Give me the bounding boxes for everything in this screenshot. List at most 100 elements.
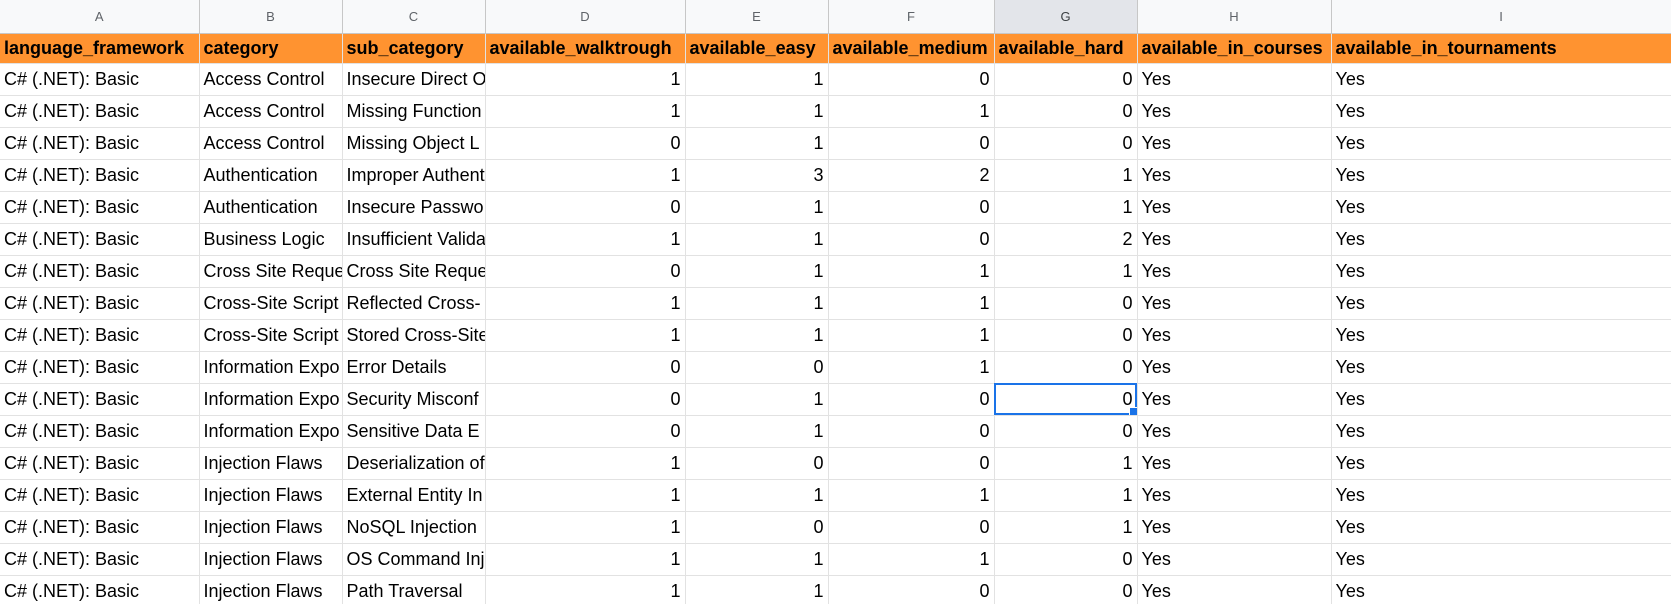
cell[interactable]: Improper Authent <box>342 159 486 192</box>
cell[interactable]: 0 <box>994 287 1138 320</box>
cell[interactable]: 0 <box>994 63 1138 96</box>
header-cell[interactable]: available_walktrough <box>485 33 686 64</box>
cell[interactable]: Sensitive Data E <box>342 415 486 448</box>
cell[interactable]: 1 <box>828 479 995 512</box>
header-cell[interactable]: sub_category <box>342 33 486 64</box>
cell[interactable]: Yes <box>1137 255 1332 288</box>
cell[interactable]: 0 <box>828 223 995 256</box>
cell[interactable]: Insecure Passwo <box>342 191 486 224</box>
cell[interactable]: 2 <box>828 159 995 192</box>
cell[interactable]: C# (.NET): Basic <box>0 319 200 352</box>
cell[interactable]: Stored Cross-Site <box>342 319 486 352</box>
cell[interactable]: Yes <box>1137 63 1332 96</box>
cell[interactable]: 1 <box>828 287 995 320</box>
cell[interactable]: C# (.NET): Basic <box>0 159 200 192</box>
cell[interactable]: Yes <box>1331 511 1671 544</box>
cell[interactable]: 0 <box>685 351 829 384</box>
active-cell[interactable]: 0 <box>994 383 1138 416</box>
cell[interactable]: C# (.NET): Basic <box>0 255 200 288</box>
cell[interactable]: 1 <box>485 95 686 128</box>
cell[interactable]: C# (.NET): Basic <box>0 127 200 160</box>
cell[interactable]: Yes <box>1331 287 1671 320</box>
fill-handle[interactable] <box>1128 406 1136 414</box>
cell[interactable]: Yes <box>1331 159 1671 192</box>
cell[interactable]: Insecure Direct O <box>342 63 486 96</box>
cell[interactable]: C# (.NET): Basic <box>0 383 200 416</box>
cell[interactable]: Yes <box>1137 383 1332 416</box>
cell[interactable]: 1 <box>685 95 829 128</box>
cell[interactable]: Yes <box>1331 383 1671 416</box>
cell[interactable]: C# (.NET): Basic <box>0 415 200 448</box>
cell[interactable]: Yes <box>1331 575 1671 604</box>
cell[interactable]: 1 <box>485 575 686 604</box>
cell[interactable]: 1 <box>685 383 829 416</box>
cell[interactable]: NoSQL Injection <box>342 511 486 544</box>
cell[interactable]: 0 <box>828 511 995 544</box>
header-cell[interactable]: available_hard <box>994 33 1138 64</box>
cell[interactable]: Yes <box>1331 447 1671 480</box>
cell[interactable]: Injection Flaws <box>199 575 343 604</box>
cell[interactable]: 0 <box>828 383 995 416</box>
cell[interactable]: 0 <box>828 447 995 480</box>
cell[interactable]: 0 <box>994 351 1138 384</box>
cell[interactable]: Yes <box>1331 191 1671 224</box>
cell[interactable]: Yes <box>1331 319 1671 352</box>
cell[interactable]: Missing Function <box>342 95 486 128</box>
cell[interactable]: 1 <box>685 575 829 604</box>
cell[interactable]: Access Control <box>199 95 343 128</box>
cell[interactable]: 1 <box>485 511 686 544</box>
column-header-c[interactable]: C <box>342 0 486 34</box>
cell[interactable]: 1 <box>685 255 829 288</box>
cell[interactable]: 0 <box>485 383 686 416</box>
cell[interactable]: 1 <box>994 255 1138 288</box>
cell[interactable]: 1 <box>685 415 829 448</box>
header-cell[interactable]: available_in_tournaments <box>1331 33 1671 64</box>
cell[interactable]: 3 <box>685 159 829 192</box>
cell[interactable]: 0 <box>828 191 995 224</box>
cell[interactable]: 1 <box>828 351 995 384</box>
cell[interactable]: 0 <box>828 575 995 604</box>
cell[interactable]: Yes <box>1137 415 1332 448</box>
cell[interactable]: Yes <box>1331 415 1671 448</box>
cell[interactable]: Injection Flaws <box>199 447 343 480</box>
cell[interactable]: C# (.NET): Basic <box>0 63 200 96</box>
cell[interactable]: C# (.NET): Basic <box>0 287 200 320</box>
cell[interactable]: 1 <box>485 287 686 320</box>
cell[interactable]: 0 <box>994 415 1138 448</box>
cell[interactable]: 2 <box>994 223 1138 256</box>
cell[interactable]: 0 <box>994 127 1138 160</box>
cell[interactable]: 1 <box>685 63 829 96</box>
cell[interactable]: Yes <box>1137 543 1332 576</box>
cell[interactable]: Injection Flaws <box>199 543 343 576</box>
column-header-g[interactable]: G <box>994 0 1138 34</box>
cell[interactable]: OS Command Inj <box>342 543 486 576</box>
column-header-d[interactable]: D <box>485 0 686 34</box>
cell[interactable]: Cross-Site Script <box>199 287 343 320</box>
cell[interactable]: Cross-Site Script <box>199 319 343 352</box>
column-header-a[interactable]: A <box>0 0 200 34</box>
cell[interactable]: Access Control <box>199 63 343 96</box>
cell[interactable]: Yes <box>1137 127 1332 160</box>
cell[interactable]: C# (.NET): Basic <box>0 575 200 604</box>
cell[interactable]: 1 <box>994 447 1138 480</box>
cell[interactable]: 1 <box>485 543 686 576</box>
cell[interactable]: Yes <box>1137 191 1332 224</box>
cell[interactable]: 1 <box>485 159 686 192</box>
cell[interactable]: 0 <box>994 575 1138 604</box>
column-header-i[interactable]: I <box>1331 0 1671 34</box>
cell[interactable]: 0 <box>485 255 686 288</box>
column-header-b[interactable]: B <box>199 0 343 34</box>
header-cell[interactable]: available_medium <box>828 33 995 64</box>
cell[interactable]: 1 <box>485 223 686 256</box>
cell[interactable]: 0 <box>485 415 686 448</box>
cell[interactable]: Injection Flaws <box>199 511 343 544</box>
cell[interactable]: Cross Site Reque <box>199 255 343 288</box>
cell[interactable]: Access Control <box>199 127 343 160</box>
cell[interactable]: 0 <box>994 95 1138 128</box>
column-header-f[interactable]: F <box>828 0 995 34</box>
cell[interactable]: Yes <box>1137 351 1332 384</box>
cell[interactable]: 0 <box>485 351 686 384</box>
cell[interactable]: Authentication <box>199 159 343 192</box>
cell[interactable]: C# (.NET): Basic <box>0 223 200 256</box>
cell[interactable]: 0 <box>994 543 1138 576</box>
